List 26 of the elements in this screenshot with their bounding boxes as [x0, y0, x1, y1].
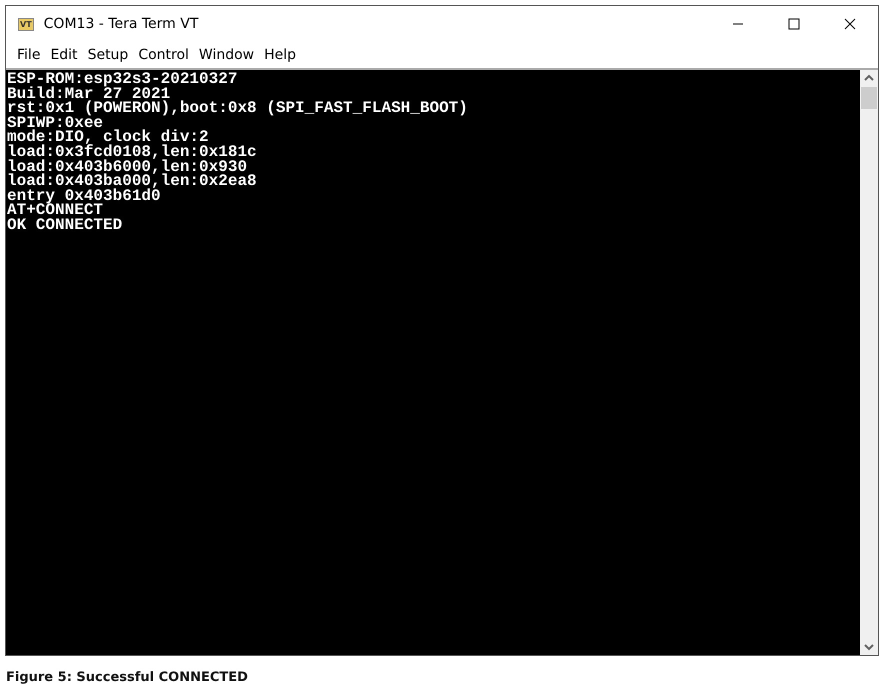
menu-item[interactable]: Help: [259, 47, 302, 63]
terminal-line: entry 0x403b61d0: [7, 188, 161, 204]
menu-item[interactable]: Setup: [82, 47, 134, 63]
menu-item[interactable]: Control: [133, 47, 194, 63]
terminal-line: SPIWP:0xee: [7, 116, 104, 130]
figure-caption: Figure 5: Successful CONNECTED: [6, 670, 249, 685]
window-title: COM13 - Tera Term VT: [44, 16, 198, 32]
terminal-line: load:0x3fcd0108,len:0x181c: [7, 144, 258, 160]
app-icon: VT: [18, 18, 34, 30]
terminal-line: load:0x403ba000,len:0x2ea8: [7, 174, 258, 189]
menu-item[interactable]: File: [12, 47, 46, 63]
maximize-icon[interactable]: [788, 18, 800, 30]
menu-item[interactable]: Edit: [45, 47, 83, 63]
close-icon[interactable]: [844, 18, 856, 30]
terminal-line: Build:Mar 27 2021: [7, 86, 170, 102]
terminal-line: mode:DIO, clock div:2: [7, 130, 209, 145]
scroll-thumb[interactable]: [861, 87, 877, 109]
terminal-line: load:0x403b6000,len:0x930: [7, 160, 248, 174]
scroll-down-icon[interactable]: [863, 643, 875, 651]
terminal-line: AT+CONNECT: [7, 203, 104, 218]
terminal-line: ESP-ROM:esp32s3-20210327: [7, 72, 238, 87]
menu-item[interactable]: Window: [194, 47, 260, 63]
terminal-line: OK CONNECTED: [7, 218, 124, 233]
terminal-line: rst:0x1 (POWERON),boot:0x8 (SPI_FAST_FLASH_BOOT): [7, 101, 469, 116]
scrollbar[interactable]: [860, 70, 878, 655]
scroll-up-icon[interactable]: [863, 74, 875, 82]
